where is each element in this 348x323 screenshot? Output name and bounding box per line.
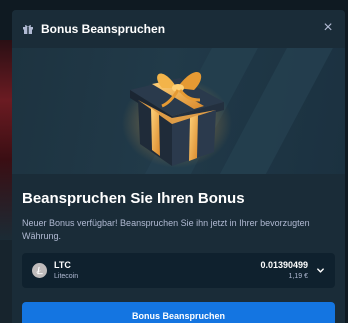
currency-selector[interactable]: LTC Litecoin 0.01390499 1,19 € [22,253,335,288]
background-game-thumbnail [0,40,12,240]
gift-box-illustration [122,71,232,168]
fiat-amount: 1,19 € [288,272,308,280]
litecoin-icon [32,263,47,278]
bonus-claim-modal: Bonus Beanspruchen × Beanspruchen Sie Ih… [12,10,345,323]
chevron-down-icon [316,266,325,275]
currency-info: LTC Litecoin [54,260,78,282]
hero-banner [12,48,345,174]
currency-code: LTC [54,259,71,270]
claim-bonus-button[interactable]: Bonus Beanspruchen [22,302,335,323]
crypto-amount: 0.01390499 [260,259,308,270]
currency-name: Litecoin [54,272,79,280]
background-panel [0,240,12,323]
bonus-description: Neuer Bonus verfügbar! Beanspruchen Sie … [22,218,310,241]
close-button[interactable]: × [321,20,335,36]
bonus-amounts: 0.01390499 1,19 € [260,260,308,282]
bonus-headline: Beanspruchen Sie Ihren Bonus [22,190,245,207]
modal-header: Bonus Beanspruchen × [12,10,345,48]
modal-content: Beanspruchen Sie Ihren Bonus Neuer Bonus… [12,174,345,323]
modal-title: Bonus Beanspruchen [41,22,166,36]
gift-icon [22,23,34,35]
